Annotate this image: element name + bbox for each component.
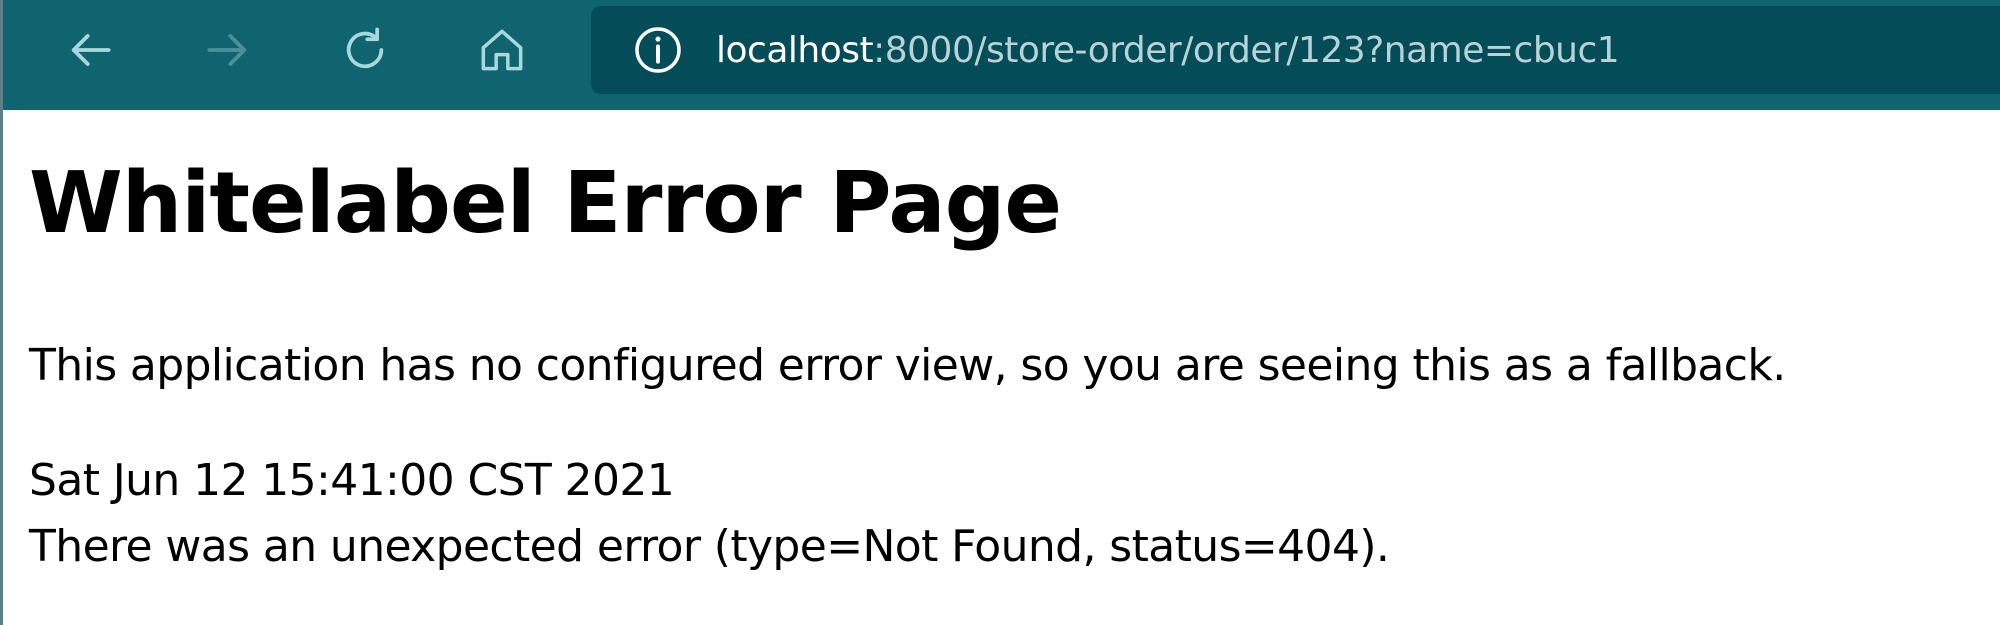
arrow-right-icon	[207, 34, 247, 66]
arrow-left-icon	[71, 34, 111, 66]
reload-icon	[346, 27, 384, 69]
window-border	[0, 0, 3, 625]
url-host: localhost	[716, 29, 874, 71]
forward-button[interactable]	[193, 15, 263, 85]
home-icon	[481, 29, 523, 71]
error-detail: There was an unexpected error (type=Not …	[29, 521, 1390, 572]
browser-toolbar: localhost:8000/store-order/order/123?nam…	[0, 0, 2000, 110]
back-button[interactable]	[55, 15, 125, 85]
site-info-button[interactable]	[623, 15, 693, 85]
page-title: Whitelabel Error Page	[29, 154, 1062, 253]
url-path: :8000/store-order/order/123?name=cbuc1	[873, 29, 1620, 71]
info-circle-icon	[635, 27, 681, 73]
home-button[interactable]	[467, 15, 537, 85]
url-text[interactable]: localhost:8000/store-order/order/123?nam…	[716, 29, 1620, 71]
reload-button[interactable]	[330, 15, 400, 85]
error-timestamp: Sat Jun 12 15:41:00 CST 2021	[29, 455, 675, 506]
address-bar[interactable]: localhost:8000/store-order/order/123?nam…	[591, 6, 2000, 94]
error-message: This application has no configured error…	[29, 340, 1786, 391]
